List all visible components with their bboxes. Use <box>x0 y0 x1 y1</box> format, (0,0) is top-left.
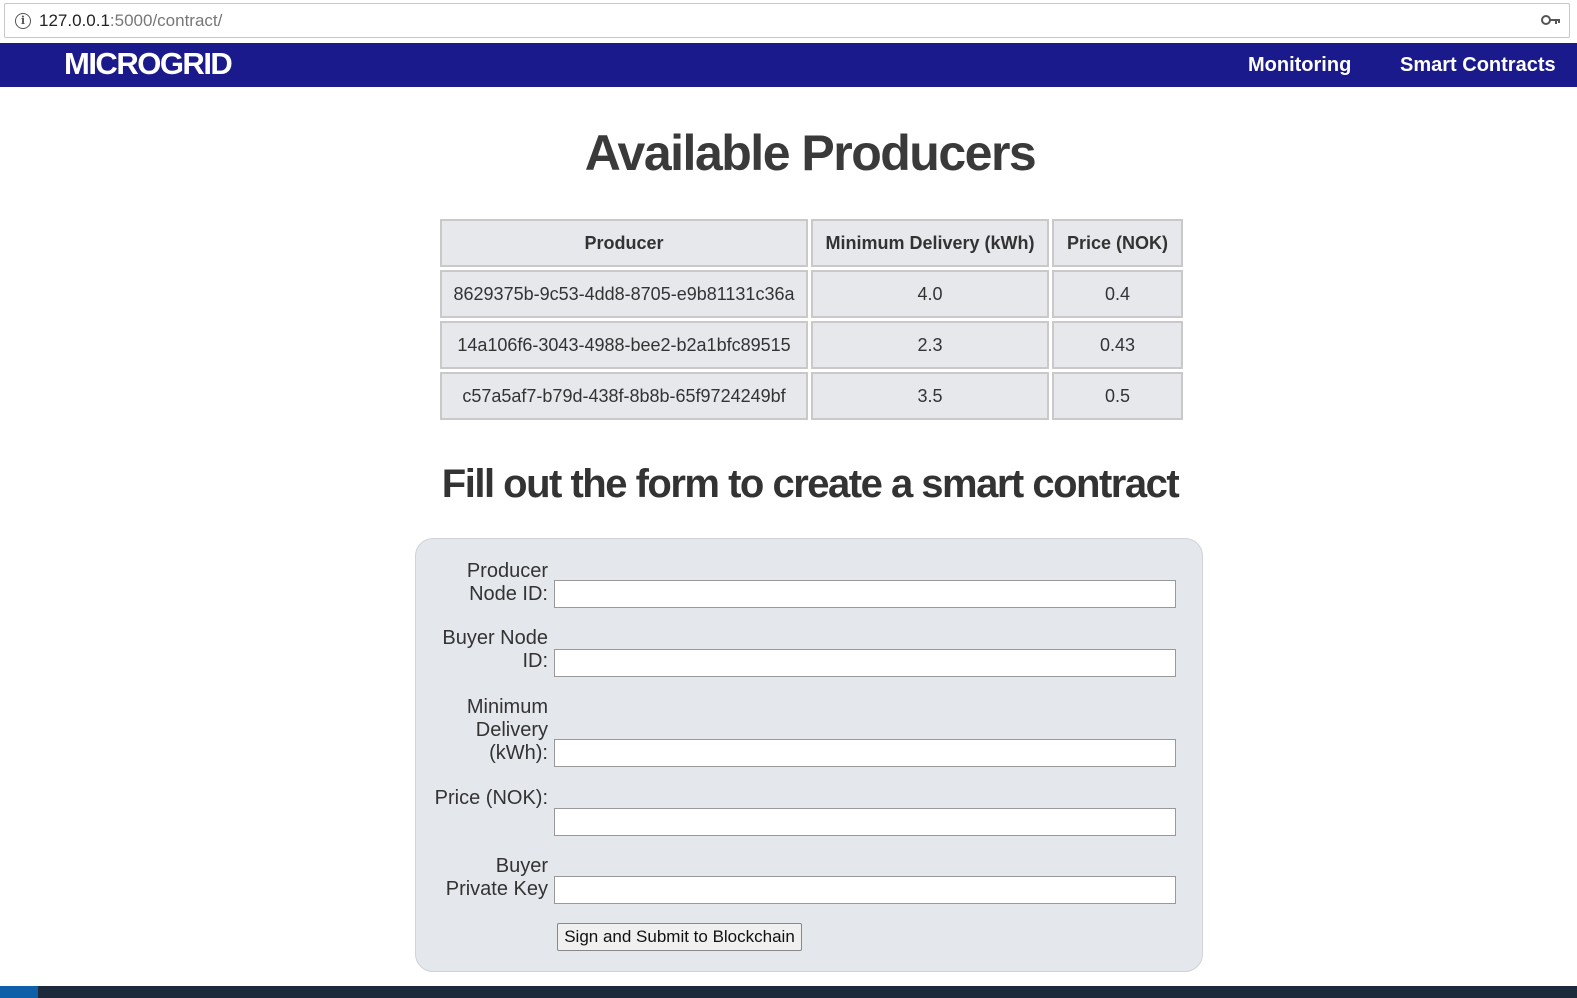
price-cell: 0.43 <box>1052 321 1183 369</box>
producer-id-cell: 8629375b-9c53-4dd8-8705-e9b81131c36a <box>440 270 808 318</box>
navbar: MICROGRID Monitoring Smart Contracts <box>0 43 1577 87</box>
producer-id-cell: 14a106f6-3043-4988-bee2-b2a1bfc89515 <box>440 321 808 369</box>
price-input[interactable] <box>554 808 1176 836</box>
min-delivery-label: Minimum Delivery (kWh): <box>466 696 548 764</box>
min-delivery-cell: 4.0 <box>811 270 1049 318</box>
min-delivery-cell: 3.5 <box>811 372 1049 420</box>
buyer-node-id-label: Buyer Node ID: <box>442 627 548 672</box>
table-header-row: Producer Minimum Delivery (kWh) Price (N… <box>440 219 1183 267</box>
table-row: c57a5af7-b79d-438f-8b8b-65f9724249bf 3.5… <box>440 372 1183 420</box>
price-cell: 0.5 <box>1052 372 1183 420</box>
buyer-private-key-label: Buyer Private Key <box>445 855 548 900</box>
sign-submit-button[interactable]: Sign and Submit to Blockchain <box>557 923 802 951</box>
nav-smart-contracts-link[interactable]: Smart Contracts <box>1400 54 1556 77</box>
producers-table: Producer Minimum Delivery (kWh) Price (N… <box>437 216 1186 423</box>
form-title: Fill out the form to create a smart cont… <box>441 462 1180 506</box>
column-header-min-delivery: Minimum Delivery (kWh) <box>811 219 1049 267</box>
url-text[interactable]: 127.0.0.1:5000/contract/ <box>39 11 222 31</box>
min-delivery-cell: 2.3 <box>811 321 1049 369</box>
table-row: 14a106f6-3043-4988-bee2-b2a1bfc89515 2.3… <box>440 321 1183 369</box>
taskbar-accent <box>0 986 38 998</box>
price-label: Price (NOK): <box>434 787 548 809</box>
min-delivery-input[interactable] <box>554 739 1176 767</box>
price-cell: 0.4 <box>1052 270 1183 318</box>
producer-id-cell: c57a5af7-b79d-438f-8b8b-65f9724249bf <box>440 372 808 420</box>
page-title: Available Producers <box>584 125 1037 181</box>
column-header-producer: Producer <box>440 219 808 267</box>
info-icon[interactable]: i <box>15 12 31 29</box>
producer-node-id-label: Producer Node ID: <box>466 560 548 605</box>
contract-form: Producer Node ID: Buyer Node ID: Minimum… <box>415 538 1203 972</box>
column-header-price: Price (NOK) <box>1052 219 1183 267</box>
key-icon[interactable] <box>1541 13 1561 27</box>
buyer-node-id-input[interactable] <box>554 649 1176 677</box>
taskbar-strip <box>0 986 1577 998</box>
buyer-private-key-input[interactable] <box>554 876 1176 904</box>
address-bar[interactable]: i 127.0.0.1:5000/contract/ <box>4 3 1570 38</box>
table-row: 8629375b-9c53-4dd8-8705-e9b81131c36a 4.0… <box>440 270 1183 318</box>
producer-node-id-input[interactable] <box>554 580 1176 608</box>
brand-logo[interactable]: MICROGRID <box>64 46 233 82</box>
nav-monitoring-link[interactable]: Monitoring <box>1248 54 1351 77</box>
